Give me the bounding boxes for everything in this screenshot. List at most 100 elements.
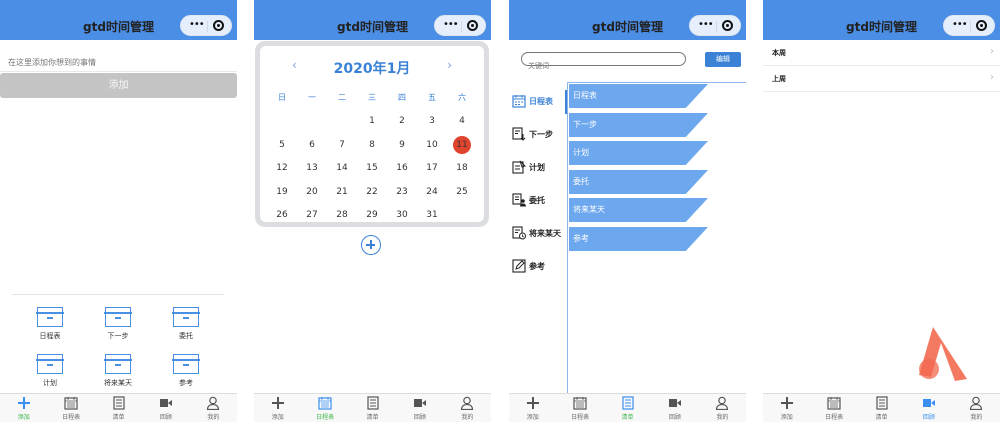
tab-schedule[interactable]: 日程表 [47, 394, 94, 422]
day-cell[interactable]: 6 [297, 136, 327, 154]
day-cell[interactable]: 30 [387, 206, 417, 224]
plan-icon [512, 160, 526, 174]
tab-list[interactable]: 清单 [604, 394, 651, 422]
tab-list[interactable]: 清单 [858, 394, 905, 422]
list-item[interactable]: 委托 [569, 170, 708, 194]
day-cell[interactable]: 20 [297, 183, 327, 201]
day-cell[interactable]: 21 [327, 183, 357, 201]
list-item[interactable]: 参考 [569, 227, 708, 251]
tab-add[interactable]: 添加 [509, 394, 556, 422]
tab-review[interactable]: 回顾 [142, 394, 189, 422]
add-button[interactable]: 添加 [0, 73, 237, 98]
day-cell[interactable]: 7 [327, 136, 357, 154]
tab-add[interactable]: 添加 [0, 394, 47, 422]
day-cell[interactable]: 16 [387, 159, 417, 177]
sidebar-item-next-step[interactable]: 下一步 [511, 123, 567, 147]
day-cell[interactable]: 31 [417, 206, 447, 224]
day-cell[interactable]: 28 [327, 206, 357, 224]
sidebar-item-reference[interactable]: 参考 [511, 255, 567, 279]
day-cell[interactable]: 10 [417, 136, 447, 154]
day-cell[interactable]: 12 [267, 159, 297, 177]
sidebar-item-schedule[interactable]: 日程表 [511, 90, 567, 114]
tab-schedule[interactable]: 日程表 [301, 394, 348, 422]
category-delegate[interactable]: 委托 [166, 307, 206, 341]
sidebar-item-someday[interactable]: 将来某天 [511, 222, 567, 246]
tab-mine[interactable]: 我的 [444, 394, 491, 422]
day-cell[interactable]: 25 [447, 183, 477, 201]
box-icon [172, 354, 200, 374]
week-row: 5 6 7 8 9 10 11 [267, 133, 477, 157]
day-cell[interactable]: 5 [267, 136, 297, 154]
list-item[interactable]: 计划 [569, 141, 708, 165]
day-cell[interactable]: 29 [357, 206, 387, 224]
tab-mine[interactable]: 我的 [190, 394, 237, 422]
close-icon[interactable] [213, 20, 224, 31]
chevron-right-icon: › [990, 46, 994, 57]
list-item[interactable]: 日程表 [569, 84, 708, 108]
day-cell[interactable]: 13 [297, 159, 327, 177]
tab-list[interactable]: 清单 [95, 394, 142, 422]
day-cell[interactable]: 15 [357, 159, 387, 177]
day-cell[interactable]: 1 [357, 112, 387, 130]
tab-list[interactable]: 清单 [349, 394, 396, 422]
tab-schedule[interactable]: 日程表 [556, 394, 603, 422]
close-icon[interactable] [976, 20, 987, 31]
category-schedule[interactable]: 日程表 [30, 307, 70, 341]
person-icon [716, 396, 729, 410]
mini-program-capsule[interactable]: ••• [434, 15, 486, 36]
weekday-label: 二 [338, 92, 346, 102]
sidebar-item-delegate[interactable]: 委托 [511, 189, 567, 213]
day-cell[interactable]: 17 [417, 159, 447, 177]
idea-input[interactable] [0, 51, 237, 74]
more-icon[interactable]: ••• [189, 20, 205, 30]
category-reference[interactable]: 参考 [166, 354, 206, 388]
next-month-icon[interactable]: › [447, 58, 452, 72]
day-cell[interactable]: 8 [357, 136, 387, 154]
day-cell[interactable]: 14 [327, 159, 357, 177]
more-icon[interactable]: ••• [443, 20, 459, 30]
tab-review[interactable]: 回顾 [396, 394, 443, 422]
day-cell[interactable]: 2 [387, 112, 417, 130]
day-cell[interactable]: 4 [447, 112, 477, 130]
idea-input-row [0, 50, 237, 74]
list-item[interactable]: 下一步 [569, 113, 708, 137]
category-next-step[interactable]: 下一步 [98, 307, 138, 341]
plus-icon [526, 397, 539, 409]
calendar-icon [318, 397, 332, 410]
tab-schedule[interactable]: 日程表 [810, 394, 857, 422]
day-cell[interactable]: 22 [357, 183, 387, 201]
day-cell[interactable]: 27 [297, 206, 327, 224]
more-icon[interactable]: ••• [952, 20, 968, 30]
day-cell [297, 112, 327, 130]
day-cell-today[interactable]: 11 [447, 135, 477, 154]
review-row-last-week[interactable]: 上周 › [763, 67, 1000, 92]
tab-review[interactable]: 回顾 [651, 394, 698, 422]
day-cell[interactable]: 9 [387, 136, 417, 154]
review-row-this-week[interactable]: 本周 › [763, 41, 1000, 66]
mini-program-capsule[interactable]: ••• [689, 15, 741, 36]
sidebar-item-plan[interactable]: 计划 [511, 156, 567, 180]
tab-add[interactable]: 添加 [763, 394, 810, 422]
day-cell[interactable]: 3 [417, 112, 447, 130]
day-cell[interactable]: 18 [447, 159, 477, 177]
add-event-icon[interactable] [361, 235, 381, 255]
tab-mine[interactable]: 我的 [953, 394, 1000, 422]
close-icon[interactable] [722, 20, 733, 31]
category-someday[interactable]: 将来某天 [98, 354, 138, 388]
tab-mine[interactable]: 我的 [699, 394, 746, 422]
more-icon[interactable]: ••• [698, 20, 714, 30]
day-cell[interactable]: 19 [267, 183, 297, 201]
category-plan[interactable]: 计划 [30, 354, 70, 388]
tab-add[interactable]: 添加 [254, 394, 301, 422]
mini-program-capsule[interactable]: ••• [180, 15, 232, 36]
day-cell[interactable]: 23 [387, 183, 417, 201]
tab-bar: 添加 日程表 清单 回顾 我的 [0, 393, 237, 422]
search-input[interactable] [522, 60, 685, 73]
mini-program-capsule[interactable]: ••• [943, 15, 995, 36]
day-cell[interactable]: 24 [417, 183, 447, 201]
edit-button[interactable]: 编辑 [705, 52, 741, 67]
day-cell[interactable]: 26 [267, 206, 297, 224]
list-item[interactable]: 将来某天 [569, 198, 708, 222]
tab-review[interactable]: 回顾 [905, 394, 952, 422]
close-icon[interactable] [467, 20, 478, 31]
